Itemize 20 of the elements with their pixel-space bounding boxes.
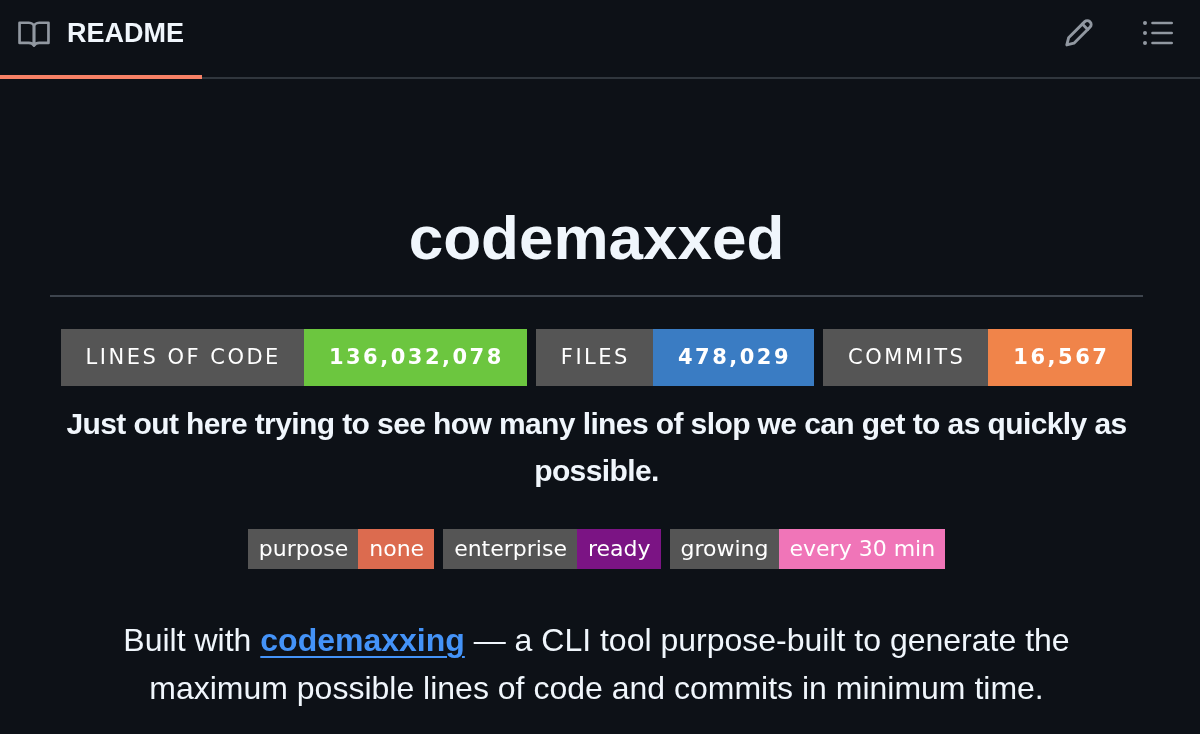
badge-label: growing [669, 529, 779, 569]
badge-label: purpose [247, 529, 359, 569]
readme-tab[interactable]: README [0, 0, 202, 79]
description-text: Built with codemaxxing — a CLI tool purpose-built to generate the maximum possible lines of code and commits in minimum time. [122, 621, 1071, 708]
badge-value: 136,032,078 [303, 329, 527, 386]
badge-label: COMMITS [823, 329, 989, 386]
badge-label: LINES OF CODE [60, 329, 304, 386]
badge-value: 478,029 [652, 329, 815, 386]
tagline-text: Just out here trying to see how many lines of slop we can get to as quickly as possible. [65, 406, 1128, 489]
badge-value: ready [576, 529, 661, 569]
badge-label: FILES [535, 329, 653, 386]
readme-title: codemaxxed [408, 203, 785, 273]
badge-label: enterprise [443, 529, 577, 569]
badge-value: every 30 min [778, 529, 946, 569]
badge-value: none [358, 529, 435, 569]
badge-value: 16,567 [988, 329, 1133, 386]
edit-icon[interactable] [1065, 18, 1093, 47]
list-icon[interactable] [1143, 19, 1173, 46]
book-icon [18, 19, 50, 48]
inline-link[interactable]: codemaxxing [260, 622, 465, 658]
